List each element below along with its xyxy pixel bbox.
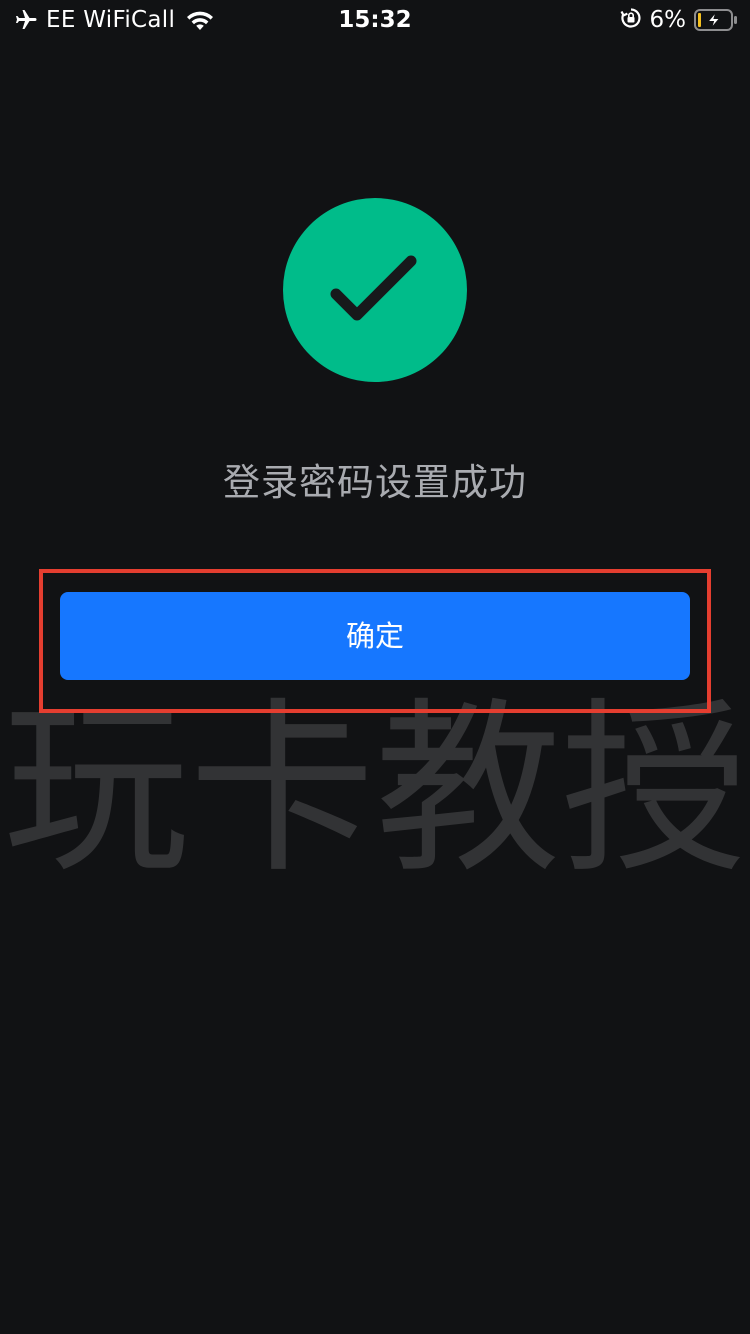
watermark: 玩卡教授 bbox=[2, 681, 747, 898]
battery-charging-icon bbox=[694, 9, 738, 31]
status-bar-right: 6% bbox=[620, 4, 739, 36]
success-indicator bbox=[283, 198, 467, 382]
battery-percent: 6% bbox=[649, 7, 687, 33]
status-bar: EE WiFiCall 15:32 6% bbox=[0, 0, 750, 40]
confirm-button[interactable]: 确定 bbox=[60, 592, 690, 680]
rotation-lock-icon bbox=[620, 7, 642, 33]
success-message: 登录密码设置成功 bbox=[223, 461, 527, 504]
checkmark-icon bbox=[330, 255, 417, 321]
